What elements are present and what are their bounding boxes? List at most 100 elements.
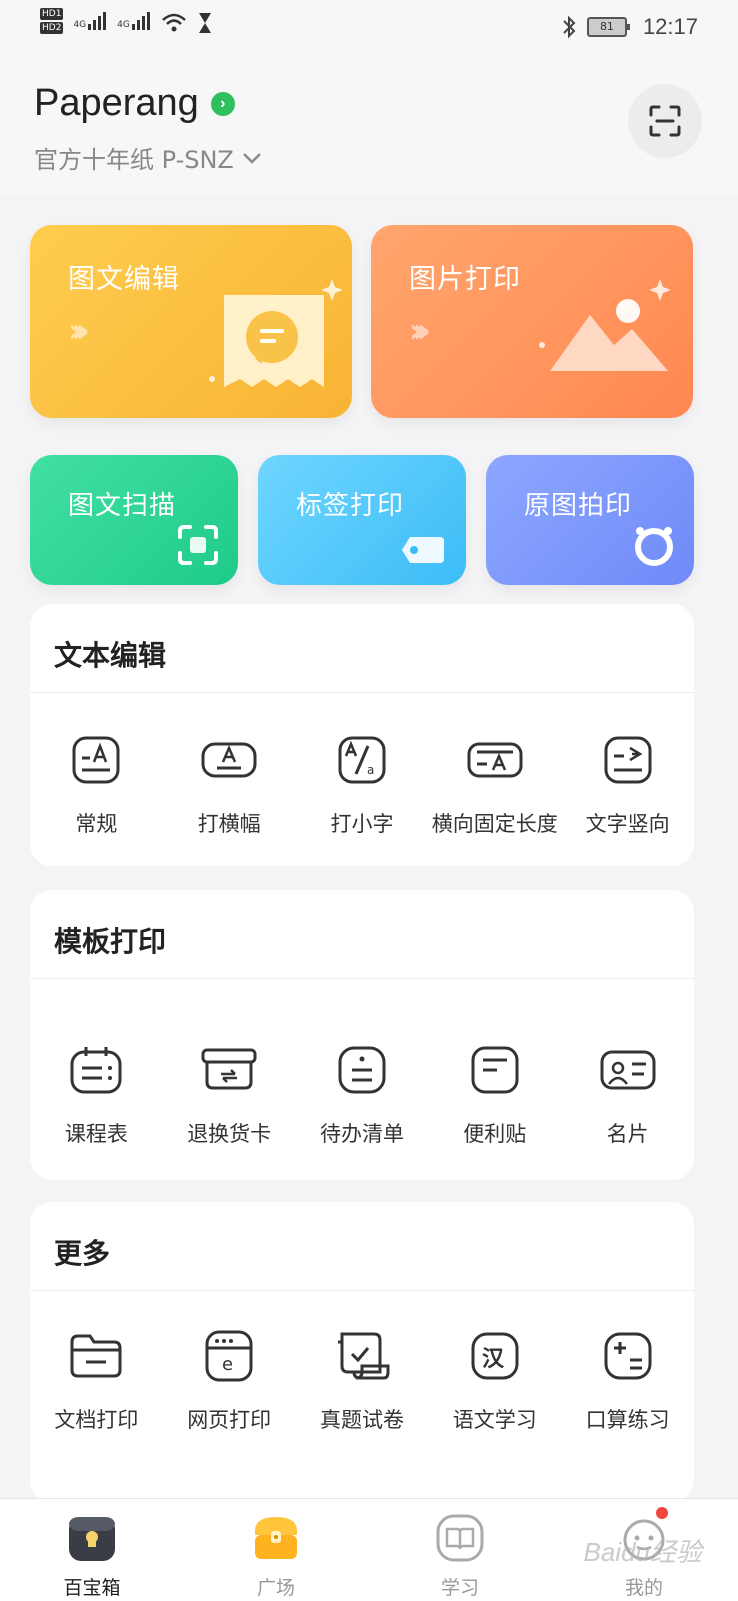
original-print-card[interactable]: 原图拍印	[486, 455, 694, 585]
mountain-image-icon	[539, 279, 671, 371]
treasure-chest-icon	[255, 1517, 297, 1559]
tab-label: 百宝箱	[63, 1577, 121, 1599]
more-items: 文档打印 e 网页打印 真题试卷 汉 语文学习 口算练习	[30, 1328, 694, 1434]
camera-ring-icon	[635, 527, 673, 566]
hd2-indicator: HD2	[40, 22, 64, 34]
receipt-chat-icon	[209, 279, 343, 387]
item-label: 文档打印	[54, 1408, 139, 1432]
bluetooth-icon	[563, 15, 576, 39]
header: Paperang › 官方十年纸 P-SNZ	[0, 56, 738, 196]
scan-icon	[649, 105, 681, 137]
tab-square[interactable]: 广场	[184, 1499, 368, 1600]
network-type-2: 4G	[117, 20, 130, 30]
todo-list-item[interactable]: 待办清单	[296, 1042, 429, 1148]
section-title: 模板打印	[54, 925, 167, 958]
chevron-right-icon: ›	[210, 91, 235, 116]
scan-button[interactable]	[628, 84, 702, 158]
banner-icon	[201, 742, 257, 778]
template-items: 课程表 退换货卡 待办清单 便利贴 名片	[30, 1042, 694, 1148]
battery-indicator: 81	[586, 17, 630, 37]
tab-toolbox[interactable]: 百宝箱	[0, 1499, 184, 1600]
tab-label: 我的	[624, 1577, 663, 1599]
exam-paper-item[interactable]: 真题试卷	[296, 1328, 429, 1434]
hd1-indicator: HD1	[40, 8, 64, 20]
banner-item[interactable]: 打横幅	[163, 732, 296, 838]
business-card-icon	[600, 1050, 656, 1090]
schedule-item[interactable]: 课程表	[30, 1042, 163, 1148]
section-title: 文本编辑	[54, 639, 167, 672]
item-label: 常规	[75, 812, 118, 836]
app-name: Paperang	[34, 82, 199, 124]
status-left: HD1 HD2 4G 4G	[40, 8, 213, 34]
card-title: 标签打印	[296, 491, 405, 521]
item-label: 文字竖向	[585, 812, 670, 836]
signal-1: 4G	[73, 12, 107, 30]
label-print-card[interactable]: 标签打印	[258, 455, 466, 585]
text-regular-item[interactable]: 常规	[30, 732, 163, 838]
tab-label: 广场	[256, 1577, 295, 1599]
item-label: 打横幅	[197, 812, 261, 836]
notification-dot	[656, 1507, 668, 1519]
section-divider	[30, 978, 694, 979]
image-print-card[interactable]: 图片打印 ›››	[371, 225, 693, 418]
small-text-icon: a	[338, 736, 386, 784]
item-label: 打小字	[330, 812, 394, 836]
text-edit-section: 文本编辑 常规 打横幅 a 打小字 横向固定长度 文字竖向	[30, 604, 694, 866]
section-title: 更多	[54, 1237, 111, 1270]
sticky-note-item[interactable]: 便利贴	[428, 1042, 561, 1148]
text-regular-icon	[72, 736, 120, 784]
card-title: 图文扫描	[68, 491, 177, 521]
card-title: 图文编辑	[68, 264, 180, 295]
tab-study[interactable]: 学习	[368, 1499, 552, 1600]
status-bar: HD1 HD2 4G 4G 81 12:17	[0, 0, 738, 56]
return-card-icon	[201, 1048, 257, 1090]
tab-label: 学习	[440, 1577, 479, 1599]
double-chevron-icon: ›››	[409, 311, 431, 351]
item-label: 课程表	[64, 1122, 128, 1146]
svg-text:a: a	[367, 763, 374, 777]
chinese-study-icon: 汉	[471, 1332, 519, 1380]
hd-indicators: HD1 HD2	[40, 8, 64, 34]
paper-type-selector[interactable]: 官方十年纸 P-SNZ	[34, 140, 262, 175]
schedule-icon	[70, 1047, 122, 1094]
signal-bars-icon	[88, 12, 107, 30]
document-print-item[interactable]: 文档打印	[30, 1328, 163, 1434]
scan-frame-icon	[178, 525, 218, 565]
item-label: 真题试卷	[319, 1408, 404, 1432]
status-right: 81 12:17	[561, 14, 698, 40]
item-label: 横向固定长度	[431, 812, 558, 836]
vertical-text-item[interactable]: 文字竖向	[561, 732, 694, 838]
paper-type-label: 官方十年纸 P-SNZ	[34, 146, 234, 174]
folder-icon	[70, 1334, 122, 1378]
item-label: 名片	[606, 1122, 649, 1146]
math-practice-icon	[604, 1332, 652, 1380]
image-text-scan-card[interactable]: 图文扫描	[30, 455, 238, 585]
clock: 12:17	[642, 14, 698, 39]
item-label: 语文学习	[452, 1408, 537, 1432]
todo-list-icon	[338, 1046, 386, 1094]
fixed-length-icon	[467, 742, 523, 778]
web-print-item[interactable]: e 网页打印	[163, 1328, 296, 1434]
math-practice-item[interactable]: 口算练习	[561, 1328, 694, 1434]
return-card-item[interactable]: 退换货卡	[163, 1042, 296, 1148]
business-card-item[interactable]: 名片	[561, 1042, 694, 1148]
card-title: 原图拍印	[524, 491, 633, 521]
fixed-length-item[interactable]: 横向固定长度	[428, 732, 561, 838]
image-text-edit-card[interactable]: 图文编辑 ›››	[30, 225, 352, 418]
app-name-link[interactable]: Paperang ›	[34, 82, 235, 125]
item-label: 便利贴	[463, 1122, 527, 1146]
toolbox-icon	[69, 1517, 115, 1561]
svg-text:汉: 汉	[482, 1347, 505, 1372]
text-edit-items: 常规 打横幅 a 打小字 横向固定长度 文字竖向	[30, 732, 694, 838]
web-icon: e	[205, 1330, 253, 1382]
small-text-item[interactable]: a 打小字	[296, 732, 429, 838]
double-chevron-icon: ›››	[68, 311, 90, 351]
network-type-1: 4G	[73, 20, 87, 30]
chevron-down-icon	[242, 152, 261, 164]
item-label: 口算练习	[585, 1408, 670, 1432]
chinese-study-item[interactable]: 汉 语文学习	[428, 1328, 561, 1434]
card-title: 图片打印	[409, 264, 521, 295]
item-label: 退换货卡	[187, 1122, 272, 1146]
signal-bars-icon	[131, 12, 150, 30]
signal-2: 4G	[117, 12, 151, 30]
